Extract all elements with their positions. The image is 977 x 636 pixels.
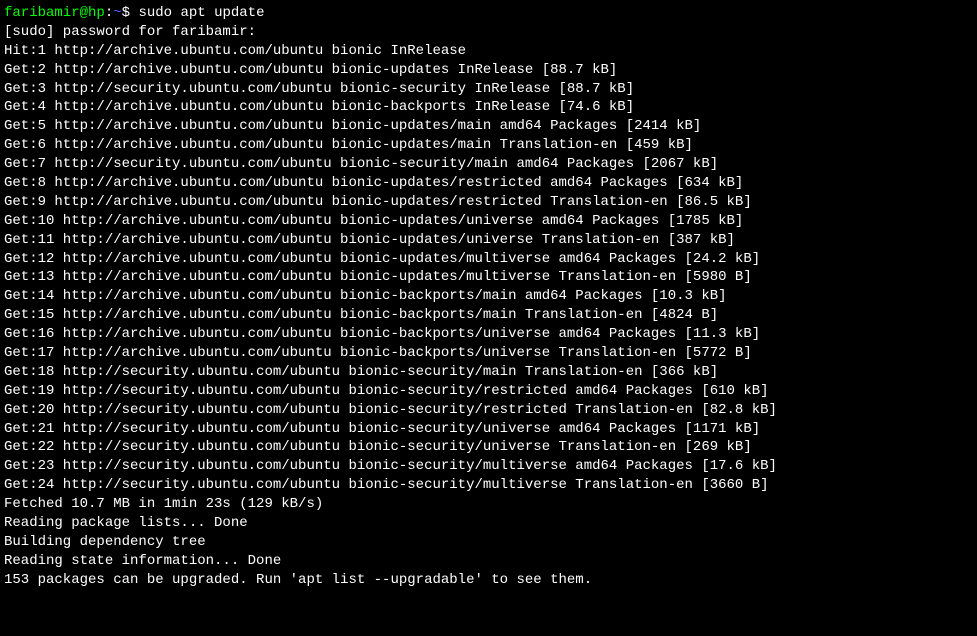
command-text: sudo apt update <box>138 5 264 21</box>
output-line: Get:22 http://security.ubuntu.com/ubuntu… <box>4 438 973 457</box>
output-line: Get:11 http://archive.ubuntu.com/ubuntu … <box>4 231 973 250</box>
output-line: Get:12 http://archive.ubuntu.com/ubuntu … <box>4 250 973 269</box>
output-line: Get:21 http://security.ubuntu.com/ubuntu… <box>4 420 973 439</box>
output-line: Fetched 10.7 MB in 1min 23s (129 kB/s) <box>4 495 973 514</box>
prompt-colon: : <box>105 5 113 21</box>
output-line: Get:20 http://security.ubuntu.com/ubuntu… <box>4 401 973 420</box>
output-line: Get:14 http://archive.ubuntu.com/ubuntu … <box>4 287 973 306</box>
output-line: Get:4 http://archive.ubuntu.com/ubuntu b… <box>4 98 973 117</box>
output-line: Hit:1 http://archive.ubuntu.com/ubuntu b… <box>4 42 973 61</box>
output-line: Get:18 http://security.ubuntu.com/ubuntu… <box>4 363 973 382</box>
output-line: Get:24 http://security.ubuntu.com/ubuntu… <box>4 476 973 495</box>
prompt-user-host: faribamir@hp <box>4 5 105 21</box>
output-line: Get:17 http://archive.ubuntu.com/ubuntu … <box>4 344 973 363</box>
output-line: Get:23 http://security.ubuntu.com/ubuntu… <box>4 457 973 476</box>
output-line: Get:5 http://archive.ubuntu.com/ubuntu b… <box>4 117 973 136</box>
output-line: Reading package lists... Done <box>4 514 973 533</box>
output-line: Get:6 http://archive.ubuntu.com/ubuntu b… <box>4 136 973 155</box>
output-line: 153 packages can be upgraded. Run 'apt l… <box>4 571 973 590</box>
output-line: Get:3 http://security.ubuntu.com/ubuntu … <box>4 80 973 99</box>
output-line: Get:8 http://archive.ubuntu.com/ubuntu b… <box>4 174 973 193</box>
output-line: [sudo] password for faribamir: <box>4 23 973 42</box>
output-line: Get:19 http://security.ubuntu.com/ubuntu… <box>4 382 973 401</box>
output-line: Get:16 http://archive.ubuntu.com/ubuntu … <box>4 325 973 344</box>
output-line: Get:13 http://archive.ubuntu.com/ubuntu … <box>4 268 973 287</box>
output-line: Get:15 http://archive.ubuntu.com/ubuntu … <box>4 306 973 325</box>
output-line: Reading state information... Done <box>4 552 973 571</box>
command-prompt-line[interactable]: faribamir@hp:~$ sudo apt update <box>4 4 973 23</box>
output-line: Get:9 http://archive.ubuntu.com/ubuntu b… <box>4 193 973 212</box>
output-line: Get:7 http://security.ubuntu.com/ubuntu … <box>4 155 973 174</box>
output-line: Get:2 http://archive.ubuntu.com/ubuntu b… <box>4 61 973 80</box>
output-line: Get:10 http://archive.ubuntu.com/ubuntu … <box>4 212 973 231</box>
prompt-path: ~ <box>113 5 121 21</box>
prompt-dollar: $ <box>122 5 139 21</box>
output-line: Building dependency tree <box>4 533 973 552</box>
